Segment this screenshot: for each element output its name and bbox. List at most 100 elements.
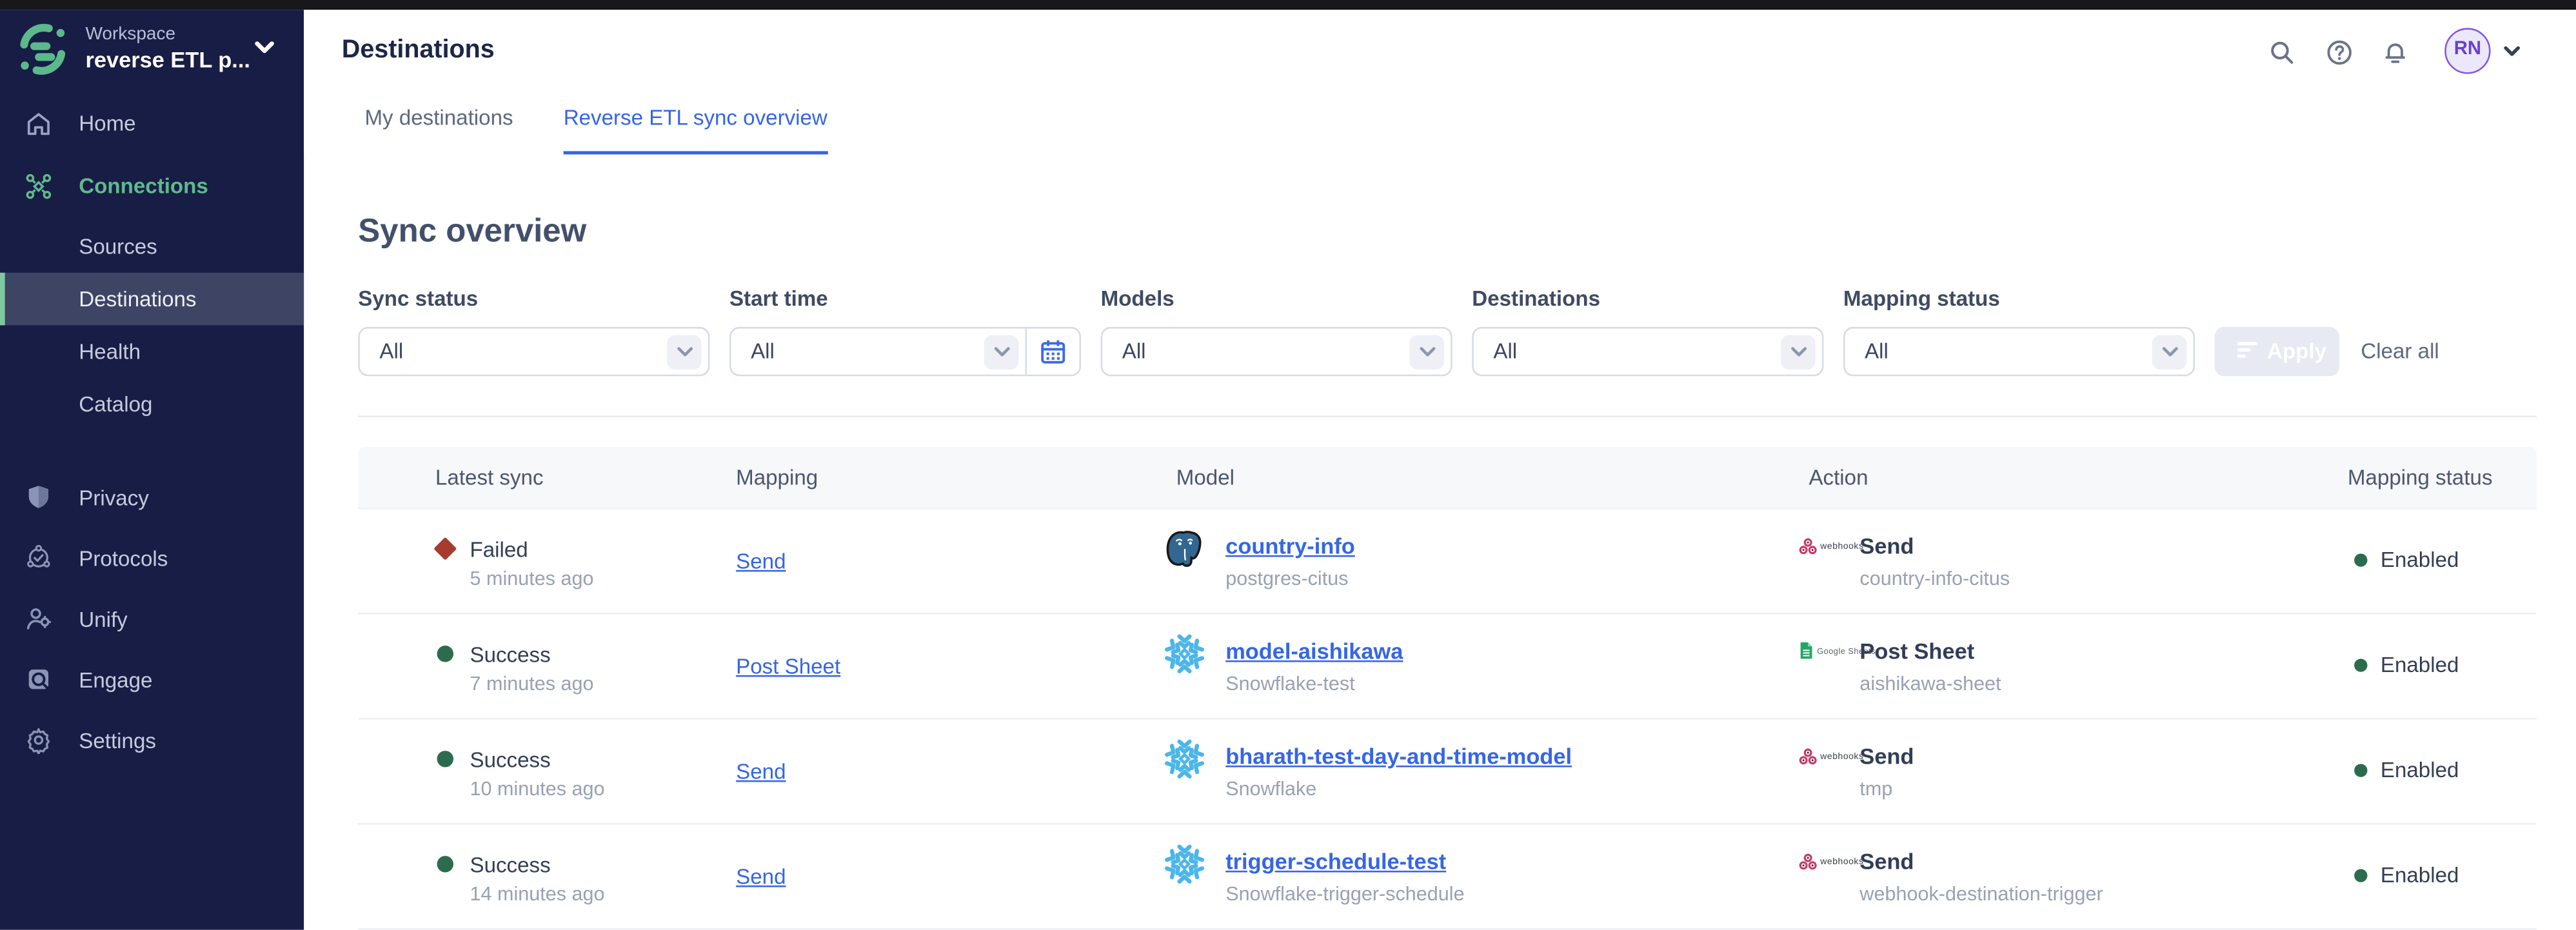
- models-select[interactable]: All: [1101, 327, 1452, 376]
- chevron-down-icon: [1409, 334, 1443, 368]
- destination-logo-word: webhooks: [1820, 856, 1863, 866]
- sidebar-item-label: Catalog: [79, 392, 152, 417]
- home-icon: [25, 109, 52, 137]
- destinations-select[interactable]: All: [1472, 327, 1823, 376]
- column-action: Action: [1808, 447, 1868, 508]
- sidebar-item-destinations[interactable]: Destinations: [0, 273, 304, 326]
- enabled-dot-icon: [2354, 553, 2367, 566]
- tab-reverse-etl-sync-overview[interactable]: Reverse ETL sync overview: [564, 92, 827, 155]
- table-row: Failed 5 minutes ago Send country-info p…: [358, 510, 2537, 615]
- sidebar-item-catalog[interactable]: Catalog: [0, 378, 304, 431]
- model-source-icon: [1165, 529, 1204, 568]
- protocols-icon: [25, 544, 52, 571]
- enabled-dot-icon: [2354, 869, 2367, 882]
- calendar-icon[interactable]: [1025, 328, 1079, 374]
- sidebar-item-label: Unify: [79, 606, 127, 631]
- sidebar-item-protocols[interactable]: Protocols: [0, 528, 304, 588]
- model-source-icon: [1165, 844, 1204, 884]
- sidebar-item-unify[interactable]: Unify: [0, 588, 304, 649]
- sync-status-text: Success: [470, 642, 550, 667]
- filter-label-destinations: Destinations: [1472, 286, 1600, 310]
- chevron-down-icon: [1781, 334, 1815, 368]
- workspace-name: reverse ETL p...: [85, 48, 250, 72]
- column-mapping: Mapping: [736, 447, 818, 508]
- rudderstack-logo-icon: [15, 21, 71, 77]
- mapping-status-select[interactable]: All: [1843, 327, 2195, 376]
- action-name: Send: [1859, 534, 1914, 559]
- app-window: Workspace reverse ETL p... Home Connec: [0, 0, 2576, 929]
- model-link[interactable]: trigger-schedule-test: [1225, 849, 1446, 874]
- sidebar-item-label: Home: [79, 111, 135, 135]
- sidebar-item-label: Health: [79, 339, 141, 364]
- action-destination-name: webhook-destination-trigger: [1859, 882, 2103, 905]
- model-source-name: Snowflake-test: [1225, 672, 1354, 695]
- filter-icon: [2237, 342, 2257, 360]
- workspace-label: Workspace: [85, 25, 175, 45]
- destination-logo-word: webhooks: [1820, 751, 1863, 761]
- chevron-down-icon: [984, 334, 1018, 368]
- sidebar-item-privacy[interactable]: Privacy: [0, 466, 304, 527]
- filter-label-models: Models: [1101, 286, 1174, 310]
- window-top-strip: [0, 0, 2576, 10]
- chevron-down-icon[interactable]: [255, 41, 275, 54]
- filter-label-sync-status: Sync status: [358, 286, 478, 310]
- sidebar-item-home[interactable]: Home: [0, 92, 304, 155]
- help-icon[interactable]: [2326, 39, 2353, 66]
- connections-icon: [25, 172, 52, 199]
- action-name: Send: [1859, 744, 1914, 769]
- model-link[interactable]: bharath-test-day-and-time-model: [1225, 744, 1572, 769]
- table-header: Latest sync Mapping Model Action Mapping…: [358, 447, 2537, 510]
- action-destination-name: tmp: [1859, 777, 1892, 800]
- filter-label-mapping-status: Mapping status: [1843, 286, 2000, 310]
- search-icon[interactable]: [2269, 39, 2295, 66]
- select-value: All: [379, 328, 403, 374]
- sync-time: 5 minutes ago: [470, 567, 593, 590]
- mapping-link[interactable]: Post Sheet: [736, 654, 840, 678]
- sidebar-item-connections[interactable]: Connections: [0, 154, 304, 217]
- sync-time: 10 minutes ago: [470, 777, 604, 800]
- sidebar-item-settings[interactable]: Settings: [0, 709, 304, 770]
- gear-icon: [25, 726, 52, 754]
- sidebar-item-label: Privacy: [79, 484, 149, 509]
- clear-all-link[interactable]: Clear all: [2361, 327, 2439, 376]
- mapping-status-text: Enabled: [2381, 862, 2459, 887]
- chevron-down-icon[interactable]: [2504, 46, 2520, 57]
- mapping-link[interactable]: Send: [736, 864, 786, 889]
- sync-status-icon: [437, 856, 453, 872]
- apply-button[interactable]: Apply: [2215, 327, 2340, 376]
- mapping-link[interactable]: Send: [736, 759, 786, 784]
- bell-icon[interactable]: [2382, 39, 2408, 66]
- sidebar-item-engage[interactable]: Engage: [0, 649, 304, 709]
- model-source-name: Snowflake: [1225, 777, 1316, 800]
- sidebar: Workspace reverse ETL p... Home Connec: [0, 10, 304, 929]
- action-name: Post Sheet: [1859, 639, 1974, 664]
- workspace-switcher[interactable]: Workspace reverse ETL p...: [0, 10, 304, 88]
- avatar[interactable]: RN: [2444, 28, 2490, 74]
- section-heading: Sync overview: [358, 213, 586, 252]
- mapping-status-text: Enabled: [2381, 547, 2459, 571]
- model-source-icon: [1165, 634, 1204, 673]
- enabled-dot-icon: [2354, 658, 2367, 671]
- sync-status-text: Success: [470, 747, 550, 772]
- action-destination-name: aishikawa-sheet: [1859, 672, 2001, 695]
- table-row: Success 14 minutes ago Send trigger-sche…: [358, 825, 2537, 930]
- model-link[interactable]: model-aishikawa: [1225, 639, 1403, 664]
- destination-icon: [1799, 537, 1817, 555]
- model-link[interactable]: country-info: [1225, 534, 1355, 559]
- apply-label: Apply: [2267, 327, 2326, 376]
- mapping-status-text: Enabled: [2381, 757, 2459, 782]
- sync-status-icon: [433, 537, 457, 560]
- sidebar-item-sources[interactable]: Sources: [0, 220, 304, 273]
- unify-icon: [25, 604, 52, 632]
- destination-logo-word: webhooks: [1820, 541, 1863, 551]
- start-time-select[interactable]: All: [729, 327, 1081, 376]
- tab-my-destinations[interactable]: My destinations: [364, 92, 513, 152]
- model-source-name: Snowflake-trigger-schedule: [1225, 882, 1464, 905]
- destination-icon: [1799, 747, 1817, 766]
- destination-icon: [1799, 640, 1814, 660]
- shield-icon: [25, 483, 52, 511]
- sidebar-item-health[interactable]: Health: [0, 325, 304, 378]
- sync-status-select[interactable]: All: [358, 327, 709, 376]
- mapping-link[interactable]: Send: [736, 549, 786, 573]
- action-destination-name: country-info-citus: [1859, 567, 2010, 590]
